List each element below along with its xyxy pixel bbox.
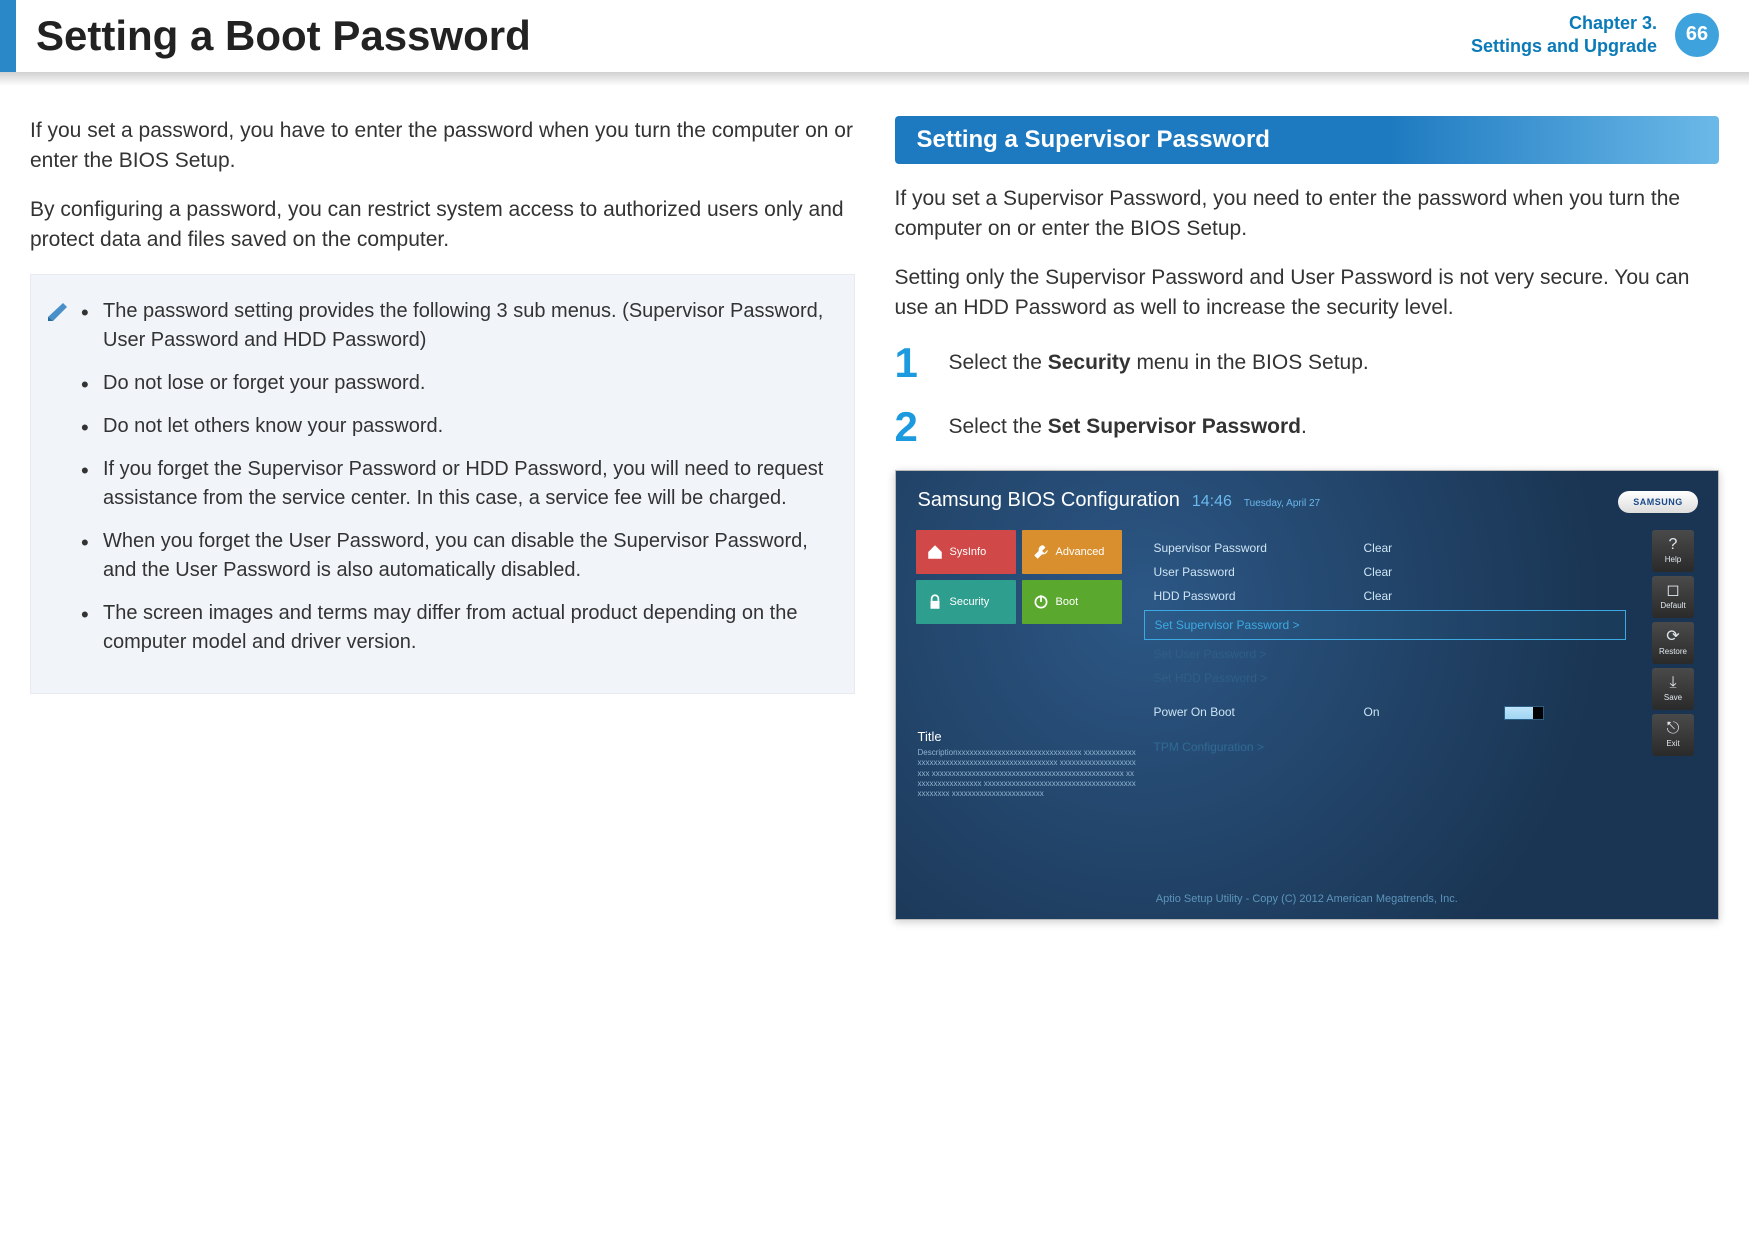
bios-exit-button[interactable]: ⎋ Exit xyxy=(1652,714,1694,756)
bios-screenshot: Samsung BIOS Configuration 14:46 Tuesday… xyxy=(895,470,1720,920)
step-text: Select the Security menu in the BIOS Set… xyxy=(949,342,1369,378)
bios-row-hdd-password: HDD Password Clear xyxy=(1144,584,1627,608)
header-right: Chapter 3. Settings and Upgrade 66 xyxy=(1471,12,1719,57)
row-key: Power On Boot xyxy=(1154,705,1364,720)
row-key: User Password xyxy=(1154,565,1364,579)
step-text: Select the Set Supervisor Password. xyxy=(949,406,1307,442)
step-1: 1 Select the Security menu in the BIOS S… xyxy=(895,342,1720,384)
bios-help-button[interactable]: ? Help xyxy=(1652,530,1694,572)
bios-security-panel: Supervisor Password Clear User Password … xyxy=(1134,530,1637,822)
bios-clock-time: 14:46 xyxy=(1192,493,1232,511)
bios-row-supervisor-password: Supervisor Password Clear xyxy=(1144,536,1627,560)
side-label: Restore xyxy=(1659,647,1687,656)
step-2: 2 Select the Set Supervisor Password. xyxy=(895,406,1720,448)
bios-row-set-supervisor-password[interactable]: Set Supervisor Password > xyxy=(1144,610,1627,640)
chapter-line1: Chapter 3. xyxy=(1471,12,1657,35)
page-header: Setting a Boot Password Chapter 3. Setti… xyxy=(0,0,1749,72)
bios-clock-date: Tuesday, April 27 xyxy=(1244,498,1320,509)
row-value: Clear xyxy=(1364,565,1484,579)
row-link: TPM Configuration > xyxy=(1154,740,1264,754)
left-column: If you set a password, you have to enter… xyxy=(30,116,855,920)
header-shadow xyxy=(0,72,1749,86)
page-title: Setting a Boot Password xyxy=(36,12,531,60)
note-box: The password setting provides the follow… xyxy=(30,274,855,694)
row-link: Set Supervisor Password > xyxy=(1155,618,1300,632)
section-paragraph-2: Setting only the Supervisor Password and… xyxy=(895,263,1720,324)
side-label: Save xyxy=(1664,693,1682,702)
bios-default-button[interactable]: ◻ Default xyxy=(1652,576,1694,618)
side-label: Help xyxy=(1665,555,1681,564)
bios-nav-sysinfo[interactable]: SysInfo xyxy=(916,530,1016,574)
bios-row-user-password: User Password Clear xyxy=(1144,560,1627,584)
section-heading: Setting a Supervisor Password xyxy=(895,116,1720,164)
bios-action-sidebar: ? Help ◻ Default ⟳ Restore ⤓ Save ⎋ Exit xyxy=(1648,530,1698,822)
bios-save-button[interactable]: ⤓ Save xyxy=(1652,668,1694,710)
bios-row-set-hdd-password[interactable]: Set HDD Password > xyxy=(1144,666,1627,690)
restore-icon: ⟳ xyxy=(1666,629,1679,645)
step-text-bold: Set Supervisor Password xyxy=(1048,415,1301,438)
wrench-icon xyxy=(1032,543,1050,561)
bios-nav-advanced[interactable]: Advanced xyxy=(1022,530,1122,574)
note-item: The screen images and terms may differ f… xyxy=(81,599,828,657)
nav-label: Boot xyxy=(1056,596,1079,608)
nav-label: Advanced xyxy=(1056,546,1105,558)
default-icon: ◻ xyxy=(1666,583,1679,599)
note-item: When you forget the User Password, you c… xyxy=(81,527,828,585)
row-value: On xyxy=(1364,705,1484,720)
save-icon: ⤓ xyxy=(1669,675,1676,691)
samsung-logo: SAMSUNG xyxy=(1618,491,1698,513)
note-item: If you forget the Supervisor Password or… xyxy=(81,455,828,513)
note-item: Do not lose or forget your password. xyxy=(81,369,828,398)
bios-info-panel: Title Descriptionxxxxxxxxxxxxxxxxxxxxxxx… xyxy=(918,729,1138,800)
bios-info-title: Title xyxy=(918,729,1138,744)
exit-icon: ⎋ xyxy=(1667,721,1680,737)
chapter-label: Chapter 3. Settings and Upgrade xyxy=(1471,12,1657,57)
bios-nav-security[interactable]: Security xyxy=(916,580,1016,624)
bios-nav-boot[interactable]: Boot xyxy=(1022,580,1122,624)
row-key: HDD Password xyxy=(1154,589,1364,603)
note-icon xyxy=(45,297,73,325)
bios-restore-button[interactable]: ⟳ Restore xyxy=(1652,622,1694,664)
note-item: Do not let others know your password. xyxy=(81,412,828,441)
side-label: Default xyxy=(1660,601,1685,610)
bios-title: Samsung BIOS Configuration xyxy=(918,489,1180,512)
section-paragraph-1: If you set a Supervisor Password, you ne… xyxy=(895,184,1720,245)
row-link: Set HDD Password > xyxy=(1154,671,1268,685)
bios-header: Samsung BIOS Configuration 14:46 Tuesday… xyxy=(896,471,1719,522)
content-area: If you set a password, you have to enter… xyxy=(0,86,1749,920)
row-link: Set User Password > xyxy=(1154,647,1267,661)
bios-info-description: Descriptionxxxxxxxxxxxxxxxxxxxxxxxxxxxxx… xyxy=(918,748,1138,800)
power-icon xyxy=(1032,593,1050,611)
note-list: The password setting provides the follow… xyxy=(81,297,828,657)
intro-paragraph-1: If you set a password, you have to enter… xyxy=(30,116,855,177)
lock-icon xyxy=(926,593,944,611)
step-text-post: . xyxy=(1301,415,1307,438)
note-item: The password setting provides the follow… xyxy=(81,297,828,355)
row-value: Clear xyxy=(1364,541,1484,555)
right-column: Setting a Supervisor Password If you set… xyxy=(895,116,1720,920)
chapter-line2: Settings and Upgrade xyxy=(1471,35,1657,58)
row-key: Supervisor Password xyxy=(1154,541,1364,555)
toggle-switch[interactable] xyxy=(1504,706,1544,720)
help-icon: ? xyxy=(1669,537,1678,553)
step-text-pre: Select the xyxy=(949,415,1048,438)
page-number-badge: 66 xyxy=(1675,13,1719,57)
nav-label: SysInfo xyxy=(950,546,987,558)
step-text-pre: Select the xyxy=(949,351,1048,374)
intro-paragraph-2: By configuring a password, you can restr… xyxy=(30,195,855,256)
bios-row-set-user-password[interactable]: Set User Password > xyxy=(1144,642,1627,666)
home-icon xyxy=(926,543,944,561)
step-text-post: menu in the BIOS Setup. xyxy=(1131,351,1369,374)
step-text-bold: Security xyxy=(1048,351,1131,374)
bios-row-tpm-configuration[interactable]: TPM Configuration > xyxy=(1144,735,1627,759)
step-number: 2 xyxy=(895,406,929,448)
side-label: Exit xyxy=(1666,739,1679,748)
nav-label: Security xyxy=(950,596,990,608)
step-number: 1 xyxy=(895,342,929,384)
row-value: Clear xyxy=(1364,589,1484,603)
bios-footer-text: Aptio Setup Utility - Copy (C) 2012 Amer… xyxy=(896,893,1719,905)
bios-row-power-on-boot[interactable]: Power On Boot On xyxy=(1144,700,1627,725)
